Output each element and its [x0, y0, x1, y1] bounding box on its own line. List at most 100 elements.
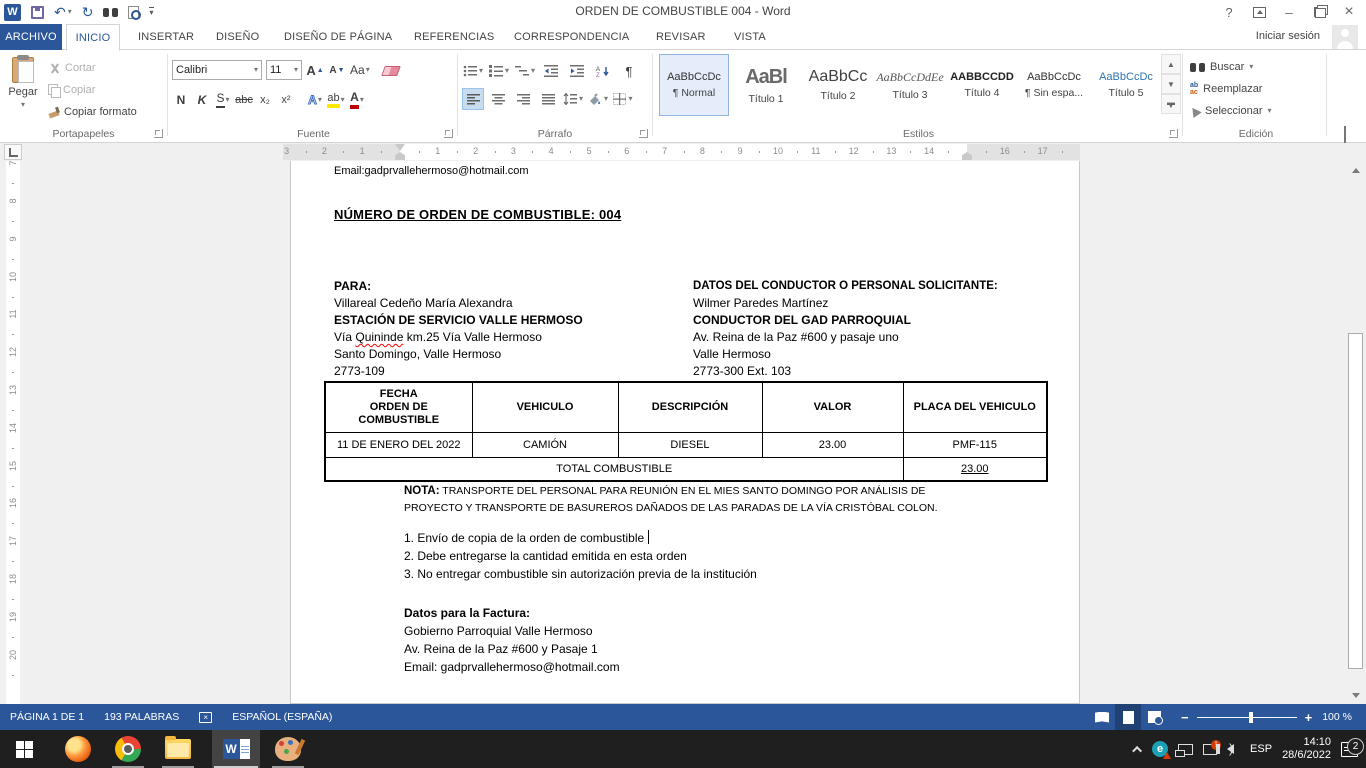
- action-center-icon[interactable]: [1203, 744, 1217, 755]
- word-count[interactable]: 193 PALABRAS: [94, 704, 189, 730]
- web-layout-button[interactable]: [1141, 704, 1167, 730]
- styles-scroll-down[interactable]: ▼: [1161, 74, 1181, 94]
- shrink-font-button[interactable]: A▼: [328, 60, 346, 80]
- numbering-button[interactable]: ▾: [488, 60, 510, 82]
- tab-diseno-de-pagina[interactable]: DISEÑO DE PÁGINA: [272, 24, 404, 50]
- line-spacing-button[interactable]: ▾: [562, 88, 584, 110]
- keyboard-language[interactable]: ESP: [1250, 743, 1272, 755]
- read-mode-button[interactable]: [1089, 704, 1115, 730]
- select-button[interactable]: Seleccionar▾: [1190, 100, 1272, 122]
- highlight-color-button[interactable]: ab▾: [327, 90, 345, 110]
- borders-button[interactable]: ▾: [612, 88, 634, 110]
- format-painter-button[interactable]: Copiar formato: [48, 101, 137, 123]
- v-ruler[interactable]: 7891011121314151617181920: [6, 161, 20, 704]
- clear-formatting-button[interactable]: [382, 60, 400, 80]
- tab-referencias[interactable]: REFERENCIAS: [402, 24, 506, 50]
- underline-button[interactable]: S▾: [214, 90, 232, 110]
- speaker-icon[interactable]: [1227, 744, 1234, 754]
- style-titulo-3[interactable]: AaBbCcDdEeTítulo 3: [875, 54, 945, 116]
- taskbar-firefox[interactable]: [58, 730, 98, 768]
- h-ruler[interactable]: 12312345678910111213141617: [0, 143, 1366, 161]
- styles-scroll-up[interactable]: ▲: [1161, 54, 1181, 74]
- antivirus-tray-icon[interactable]: e: [1152, 741, 1168, 757]
- increase-indent-button[interactable]: [566, 60, 588, 82]
- multilevel-list-button[interactable]: ▾: [514, 60, 536, 82]
- page-indicator[interactable]: PÁGINA 1 DE 1: [0, 704, 94, 730]
- font-color-button[interactable]: A▾: [348, 90, 366, 110]
- zoom-slider[interactable]: [1197, 717, 1297, 718]
- font-dialog-launcher[interactable]: [444, 129, 453, 138]
- text-effects-button[interactable]: A▾: [306, 90, 324, 110]
- style-titulo-1[interactable]: AaBlTítulo 1: [731, 54, 801, 116]
- justify-button[interactable]: [537, 88, 559, 110]
- align-right-button[interactable]: [512, 88, 534, 110]
- taskbar-word[interactable]: W: [212, 730, 260, 768]
- invoice-line: Av. Reina de la Paz #600 y Pasaje 1: [404, 640, 620, 658]
- vertical-scrollbar[interactable]: [1347, 161, 1364, 704]
- italic-button[interactable]: K: [193, 90, 211, 110]
- taskbar-paint[interactable]: [268, 730, 308, 768]
- language-indicator[interactable]: ESPAÑOL (ESPAÑA): [222, 704, 342, 730]
- proofing-status[interactable]: ×: [189, 704, 222, 730]
- font-family-select[interactable]: Calibri▾: [172, 60, 262, 80]
- zoom-level[interactable]: 100 %: [1312, 704, 1366, 730]
- print-layout-button[interactable]: [1115, 704, 1141, 730]
- user-avatar[interactable]: [1332, 25, 1358, 49]
- scrollbar-thumb[interactable]: [1348, 333, 1363, 669]
- tab-diseno[interactable]: DISEÑO: [204, 24, 271, 50]
- tab-archivo[interactable]: ARCHIVO: [0, 24, 62, 50]
- cut-button[interactable]: Cortar: [48, 57, 137, 79]
- sign-in-link[interactable]: Iniciar sesión: [1256, 30, 1320, 42]
- align-center-button[interactable]: [487, 88, 509, 110]
- scroll-up-button[interactable]: [1348, 162, 1363, 178]
- paste-button[interactable]: Pegar ▾: [4, 53, 42, 137]
- copy-button[interactable]: Copiar: [48, 79, 137, 101]
- bold-button[interactable]: N: [172, 90, 190, 110]
- taskbar-clock[interactable]: 14:10 28/6/2022: [1282, 736, 1331, 762]
- replace-button[interactable]: abacReemplazar: [1190, 78, 1272, 100]
- zoom-out-button[interactable]: −: [1181, 710, 1189, 725]
- style-titulo-5[interactable]: AaBbCcDcTítulo 5: [1091, 54, 1161, 116]
- start-button[interactable]: [0, 730, 48, 768]
- subscript-button[interactable]: x₂: [256, 90, 274, 110]
- style-titulo-4[interactable]: AABBCCDDTítulo 4: [947, 54, 1017, 116]
- scroll-down-button[interactable]: [1348, 687, 1363, 703]
- taskbar-chrome[interactable]: [108, 730, 148, 768]
- show-marks-button[interactable]: ¶: [618, 60, 640, 82]
- superscript-button[interactable]: x²: [277, 90, 295, 110]
- zoom-in-button[interactable]: +: [1305, 710, 1313, 725]
- minimize-button[interactable]: –: [1274, 1, 1304, 23]
- style-titulo-2[interactable]: AaBbCcTítulo 2: [803, 54, 873, 116]
- bullets-button[interactable]: ▾: [462, 60, 484, 82]
- first-line-indent-marker[interactable]: [395, 144, 405, 151]
- strikethrough-button[interactable]: abc: [235, 90, 253, 110]
- sort-button[interactable]: AZ: [592, 60, 614, 82]
- restore-button[interactable]: [1304, 1, 1334, 23]
- styles-more-button[interactable]: ▬▼: [1161, 94, 1181, 114]
- tab-revisar[interactable]: REVISAR: [644, 24, 718, 50]
- close-button[interactable]: ×: [1334, 1, 1364, 23]
- decrease-indent-button[interactable]: [540, 60, 562, 82]
- shading-button[interactable]: ▾: [587, 88, 609, 110]
- clipboard-dialog-launcher[interactable]: [154, 129, 163, 138]
- zoom-slider-thumb[interactable]: [1249, 712, 1253, 723]
- style-normal[interactable]: AaBbCcDc¶ Normal: [659, 54, 729, 116]
- ribbon-display-button[interactable]: [1244, 1, 1274, 23]
- find-button[interactable]: Buscar▾: [1190, 56, 1272, 78]
- style-sin-espaciado[interactable]: AaBbCcDc¶ Sin espa...: [1019, 54, 1089, 116]
- tab-correspondencia[interactable]: CORRESPONDENCIA: [502, 24, 641, 50]
- taskbar-explorer[interactable]: [158, 730, 198, 768]
- document-page[interactable]: Email:gadprvallehermoso@hotmail.com NÚME…: [290, 161, 1080, 704]
- align-left-button[interactable]: [462, 88, 484, 110]
- grow-font-button[interactable]: A▲: [306, 60, 324, 80]
- network-tray-icon[interactable]: [1178, 744, 1193, 755]
- paragraph-dialog-launcher[interactable]: [639, 129, 648, 138]
- tab-inicio[interactable]: INICIO: [66, 24, 120, 51]
- help-button[interactable]: ?: [1214, 1, 1244, 23]
- font-size-select[interactable]: 11▾: [266, 60, 302, 80]
- tray-expand-icon[interactable]: [1132, 745, 1142, 755]
- tab-vista[interactable]: VISTA: [722, 24, 778, 50]
- styles-dialog-launcher[interactable]: [1169, 129, 1178, 138]
- tab-insertar[interactable]: INSERTAR: [126, 24, 206, 50]
- change-case-button[interactable]: Aa▾: [350, 60, 370, 80]
